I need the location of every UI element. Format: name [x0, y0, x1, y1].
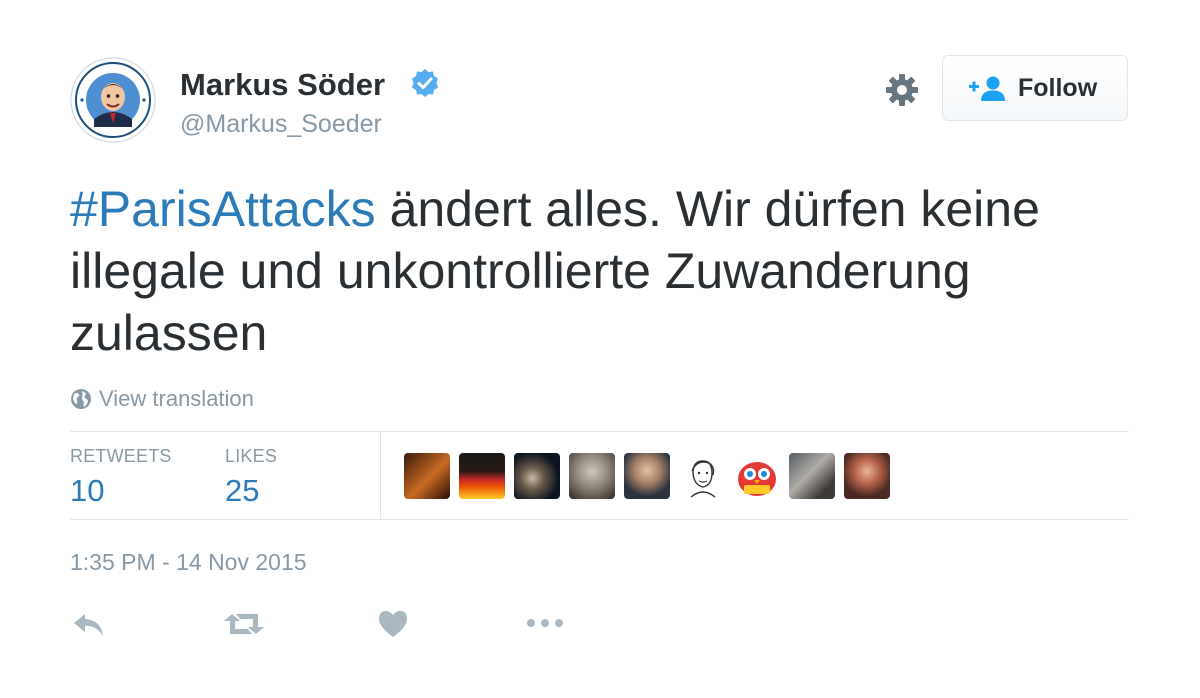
more-icon — [527, 619, 563, 627]
liker-avatar[interactable] — [734, 453, 780, 499]
likes-label: LIKES — [225, 446, 278, 466]
liker-avatar[interactable] — [404, 453, 450, 499]
like-button[interactable] — [378, 606, 408, 642]
retweets-stat[interactable]: RETWEETS 10 — [70, 446, 172, 509]
view-translation-label: View translation — [99, 386, 254, 411]
likes-count: 25 — [225, 473, 260, 508]
liker-avatar[interactable] — [789, 453, 835, 499]
tweet-text: #ParisAttacks ändert alles. Wir dürfen k… — [70, 178, 1150, 364]
likes-stat[interactable]: LIKES 25 — [225, 446, 277, 509]
retweet-icon — [224, 614, 264, 634]
more-button[interactable] — [526, 606, 564, 642]
avatar[interactable] — [70, 57, 156, 143]
hashtag-link[interactable]: #ParisAttacks — [70, 181, 376, 237]
user-handle[interactable]: @Markus_Soeder — [180, 110, 382, 139]
like-icon — [379, 611, 407, 637]
stats-divider — [380, 432, 381, 520]
gear-icon[interactable] — [884, 72, 920, 108]
liker-avatar[interactable] — [624, 453, 670, 499]
retweet-button[interactable] — [223, 606, 265, 642]
verified-badge-icon — [412, 69, 438, 97]
sketch-portrait-icon — [690, 460, 716, 498]
owl-icon — [738, 462, 776, 496]
divider-bottom — [70, 519, 1129, 520]
display-name[interactable]: Markus Söder — [180, 67, 385, 103]
reply-button[interactable] — [72, 606, 106, 642]
liker-avatar[interactable] — [569, 453, 615, 499]
reply-icon — [74, 614, 103, 636]
tweet-timestamp[interactable]: 1:35 PM - 14 Nov 2015 — [70, 549, 307, 576]
retweets-label: RETWEETS — [70, 446, 172, 466]
liker-avatar[interactable] — [459, 453, 505, 499]
tweet-card: Markus Söder @Markus_Soeder Follow #Pari… — [0, 0, 1200, 698]
follow-label: Follow — [1018, 74, 1098, 102]
liker-avatar[interactable] — [514, 453, 560, 499]
avatar-image — [70, 57, 156, 143]
globe-icon — [71, 389, 91, 409]
retweets-count: 10 — [70, 473, 105, 508]
liker-avatar[interactable] — [844, 453, 890, 499]
liker-avatar[interactable] — [679, 453, 725, 499]
divider-top — [70, 431, 1129, 432]
follow-button[interactable]: Follow — [942, 55, 1128, 121]
add-user-icon — [969, 76, 1005, 101]
